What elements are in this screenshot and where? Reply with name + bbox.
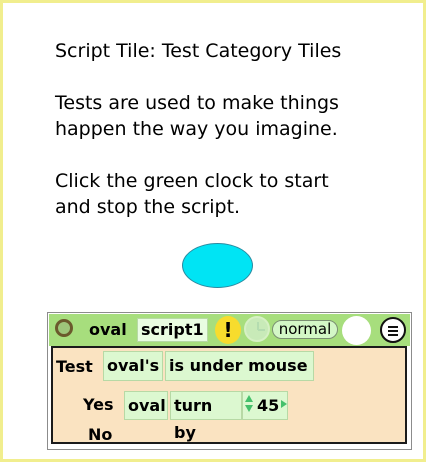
increment-arrow-icon[interactable]: [245, 395, 253, 402]
yes-label: Yes: [83, 395, 114, 414]
stop-circle-icon[interactable]: [55, 319, 73, 337]
test-condition-tile[interactable]: is under mouse: [165, 351, 314, 381]
clock-icon[interactable]: [244, 316, 270, 342]
test-subject-tile[interactable]: oval's: [103, 351, 163, 381]
cyan-oval-object[interactable]: [182, 243, 253, 288]
instruction-line-2: and stop the script.: [55, 196, 241, 218]
menu-icon-line: [388, 334, 398, 336]
script-name-tile[interactable]: script1: [137, 318, 208, 342]
test-label: Test: [56, 357, 93, 376]
status-pill[interactable]: normal: [272, 320, 338, 339]
warning-icon[interactable]: !: [215, 316, 241, 344]
intro-line-1: Tests are used to make things: [55, 92, 339, 114]
instruction-line-1: Click the green clock to start: [55, 170, 329, 192]
intro-line-2: happen the way you imagine.: [55, 118, 338, 140]
status-indicator-dot: [342, 316, 371, 345]
intro-paragraph: Tests are used to make things happen the…: [55, 90, 339, 142]
object-name-label[interactable]: oval: [89, 320, 127, 339]
yes-object-tile[interactable]: oval: [124, 391, 168, 420]
decrement-arrow-icon[interactable]: [245, 405, 253, 412]
expand-arrow-icon[interactable]: [281, 400, 287, 408]
instruction-paragraph: Click the green clock to start and stop …: [55, 168, 329, 220]
turn-by-tile[interactable]: turn by: [170, 391, 242, 442]
menu-icon-line: [388, 326, 398, 328]
no-label: No: [88, 425, 113, 444]
page-title: Script Tile: Test Category Tiles: [55, 40, 342, 62]
menu-icon[interactable]: [380, 317, 406, 343]
menu-icon-line: [388, 330, 398, 332]
